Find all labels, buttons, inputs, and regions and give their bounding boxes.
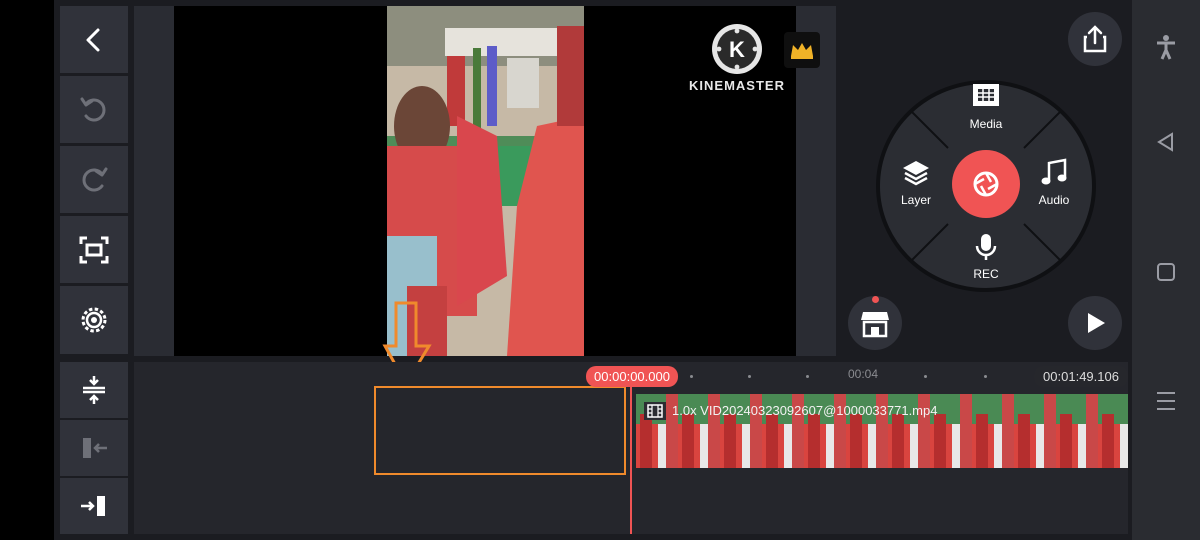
capture-button[interactable] [952,150,1020,218]
video-preview[interactable]: K KINEMASTER [134,6,836,387]
back-button[interactable] [60,6,128,73]
nav-recents-button[interactable] [1132,390,1200,412]
nav-back-button[interactable] [1132,132,1200,152]
trim-left-icon [83,438,107,458]
media-button[interactable]: Media [956,82,1016,138]
media-wheel: Media Layer Audio REC [876,80,1096,292]
camera-aperture-icon [973,171,999,197]
nav-back-icon [1157,132,1173,152]
settings-icon [81,307,107,333]
fit-screen-button[interactable] [60,216,128,283]
undo-icon [80,97,106,121]
store-notification-dot [872,296,879,303]
preview-letterbox-left [134,6,174,356]
layer-label: Layer [900,193,932,207]
playhead[interactable] [630,376,632,534]
share-export-icon [1083,25,1107,53]
video-clip[interactable]: 1.0x VID20240323092607@1000033771.mp4 [636,394,1128,468]
time-marker: 00:04 [848,367,879,381]
back-icon [86,28,100,51]
timeline[interactable]: 00:04 1.0x VID20240323092607@1000033771.… [134,362,1128,534]
clip-type-badge [644,402,666,420]
fit-screen-icon [79,236,109,263]
music-note-icon [1041,158,1067,185]
trim-left-button[interactable] [60,420,128,476]
audio-button[interactable]: Audio [1024,158,1084,214]
redo-icon [82,167,108,191]
store-icon [861,312,889,338]
nav-home-button[interactable] [1132,262,1200,282]
crown-icon [791,43,813,59]
current-time-badge: 00:00:00.000 [586,366,678,387]
split-icon [83,376,105,404]
rec-label: REC [973,267,999,281]
layers-icon [903,161,929,186]
play-button[interactable] [1068,296,1122,350]
trim-right-button[interactable] [60,478,128,534]
watermark-brand: KINEMASTER [689,78,785,93]
export-button[interactable] [1068,12,1122,66]
accessibility-icon [1157,35,1175,60]
premium-button[interactable] [784,32,820,68]
settings-button[interactable] [60,286,128,354]
microphone-icon [975,234,997,260]
nav-home-icon [1157,263,1175,281]
insert-target-box [374,386,626,475]
asset-store-button[interactable] [848,296,902,350]
nav-recents-icon [1157,392,1175,410]
film-icon [647,404,663,418]
svg-text:K: K [729,37,745,62]
system-nav-bar [1132,0,1200,540]
media-icon [973,84,999,106]
split-clip-button[interactable] [60,362,128,418]
total-duration-badge: 00:01:49.106 [1034,366,1128,387]
kinemaster-logo-icon: K [716,28,758,70]
redo-button[interactable] [60,146,128,213]
kinemaster-logo: K [712,24,762,74]
record-audio-button[interactable]: REC [956,232,1016,288]
audio-label: Audio [1038,193,1070,207]
accessibility-button[interactable] [1132,34,1200,60]
play-icon [1088,313,1105,333]
trim-right-icon [81,496,105,516]
editor-app: K KINEMASTER Media Layer Audio REC 00:04… [54,0,1132,540]
clip-label: 1.0x VID20240323092607@1000033771.mp4 [672,403,938,418]
layer-button[interactable]: Layer [886,158,946,214]
undo-button[interactable] [60,76,128,143]
media-label: Media [969,117,1003,131]
